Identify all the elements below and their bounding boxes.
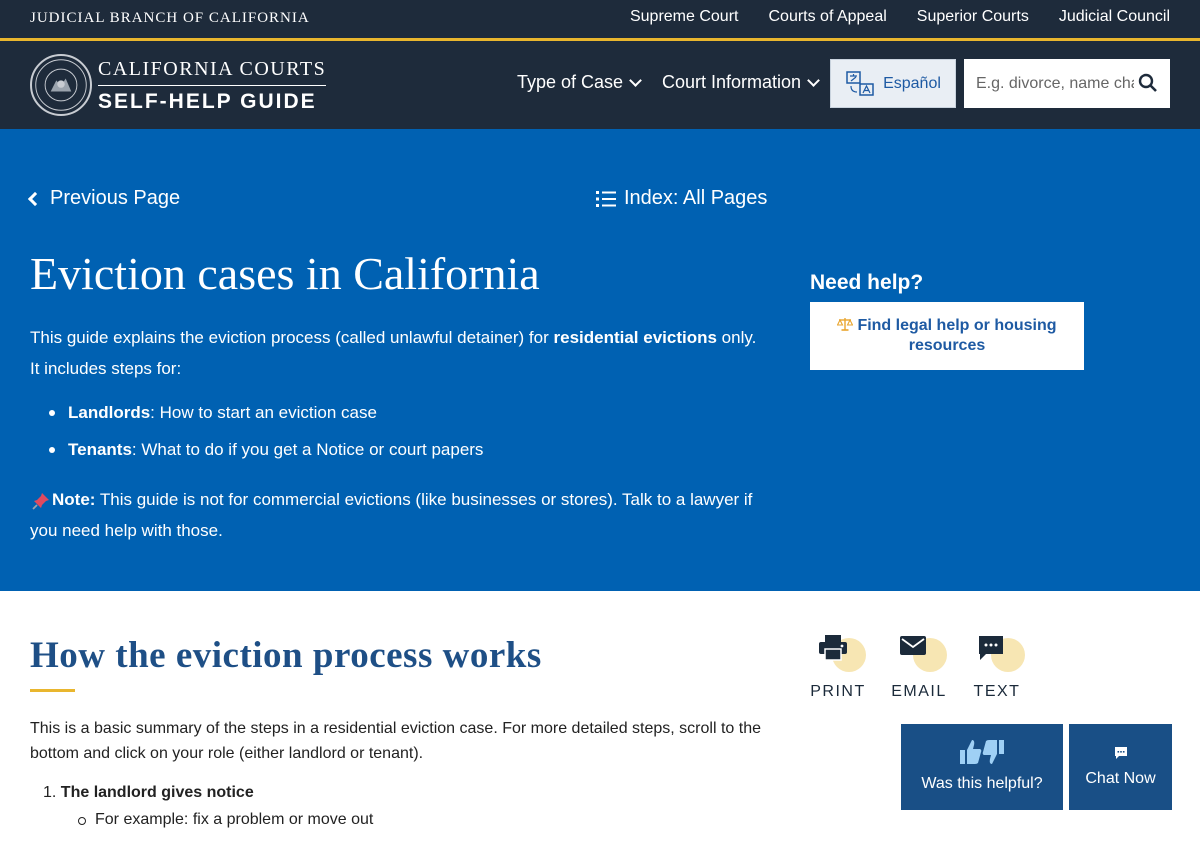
summary-paragraph: This is a basic summary of the steps in … [30,720,761,762]
need-help-heading: Need help? [810,271,924,294]
list-item: Tenants: What to do if you get a Notice … [48,438,483,461]
previous-page-link[interactable]: Previous Page [27,187,181,210]
judicial-branch-label: JUDICIAL BRANCH OF CALIFORNIA [30,10,310,26]
index-label: Index: All Pages [624,187,768,209]
chevron-left-icon [27,191,43,206]
thumbs-up-down-icon [901,738,1063,766]
espanol-label: Español [883,74,941,92]
title-underline [30,689,75,692]
chat-now-button[interactable]: Chat Now [1069,724,1172,810]
chat-icon [1114,747,1127,759]
list-item: Landlords: How to start an eviction case [48,401,483,424]
link-supreme-court[interactable]: Supreme Court [630,8,739,26]
steps-list: 1. The landlord gives notice For example… [43,784,373,829]
role-landlords: Landlords [68,403,151,422]
role-list: Landlords: How to start an eviction case… [48,401,483,475]
role-tenants-text: : What to do if you get a Notice or cour… [131,440,484,459]
intro-text-start: This guide explains the eviction process… [30,328,554,347]
logo-california-courts: CALIFORNIA COURTS [98,58,327,86]
nav-court-information[interactable]: Court Information [662,72,820,93]
step-detail: For example: fix a problem or move out [77,811,374,828]
search-icon[interactable] [1138,73,1158,93]
link-superior-courts[interactable]: Superior Courts [917,8,1029,26]
chat-bubble-icon [979,636,1003,660]
note-text: This guide is not for commercial evictio… [30,490,753,540]
chevron-down-icon [807,73,820,87]
intro-paragraph: This guide explains the eviction process… [30,322,770,384]
find-legal-help-button[interactable]: Find legal help or housing resources [810,302,1084,370]
chat-now-label: Chat Now [1085,770,1156,787]
role-tenants: Tenants [68,440,132,459]
step-number: 1. [43,784,57,801]
was-this-helpful-button[interactable]: Was this helpful? [901,724,1063,810]
espanol-button[interactable]: Español [830,59,956,108]
role-landlords-text: : How to start an eviction case [150,403,377,422]
section-title: How the eviction process works [30,635,542,676]
nav-court-information-label: Court Information [662,72,802,92]
print-button[interactable]: PRINT [803,634,873,701]
find-legal-help-label: Find legal help or housing resources [857,317,1057,354]
pushpin-icon [32,492,49,510]
previous-page-label: Previous Page [50,187,181,209]
step-title: The landlord gives notice [60,784,254,801]
email-button[interactable]: EMAIL [884,634,954,701]
list-item: 1. The landlord gives notice [43,784,373,802]
nav-type-of-case[interactable]: Type of Case [517,72,642,93]
translate-icon [846,70,874,96]
text-button[interactable]: TEXT [962,634,1032,701]
note-paragraph: Note: This guide is not for commercial e… [30,484,770,546]
email-label: EMAIL [891,683,947,700]
list-icon [596,190,616,207]
was-this-helpful-label: Was this helpful? [921,775,1043,792]
nav-type-of-case-label: Type of Case [517,72,624,92]
site-logo[interactable]: CALIFORNIA COURTS SELF-HELP GUIDE [98,58,327,114]
chevron-down-icon [629,73,642,87]
site-header: CALIFORNIA COURTS SELF-HELP GUIDE Type o… [0,41,1200,129]
top-links: Supreme Court Courts of Appeal Superior … [630,8,1170,26]
hero-section: Previous Page Index: All Pages Eviction … [0,129,1200,591]
note-label: Note: [52,490,96,509]
judicial-council-seal-icon[interactable] [30,54,92,116]
search-box [964,59,1170,108]
printer-icon [819,635,847,661]
logo-self-help-guide: SELF-HELP GUIDE [98,90,317,113]
scales-icon [837,318,854,331]
page-title: Eviction cases in California [30,248,540,299]
print-label: PRINT [810,683,866,700]
index-all-pages-link[interactable]: Index: All Pages [596,187,767,210]
top-bar: JUDICIAL BRANCH OF CALIFORNIA Supreme Co… [0,0,1200,38]
link-courts-of-appeal[interactable]: Courts of Appeal [768,8,886,26]
intro-text-bold: residential evictions [553,328,717,347]
envelope-icon [900,636,926,655]
link-judicial-council[interactable]: Judicial Council [1059,8,1170,26]
text-label: TEXT [973,683,1021,700]
